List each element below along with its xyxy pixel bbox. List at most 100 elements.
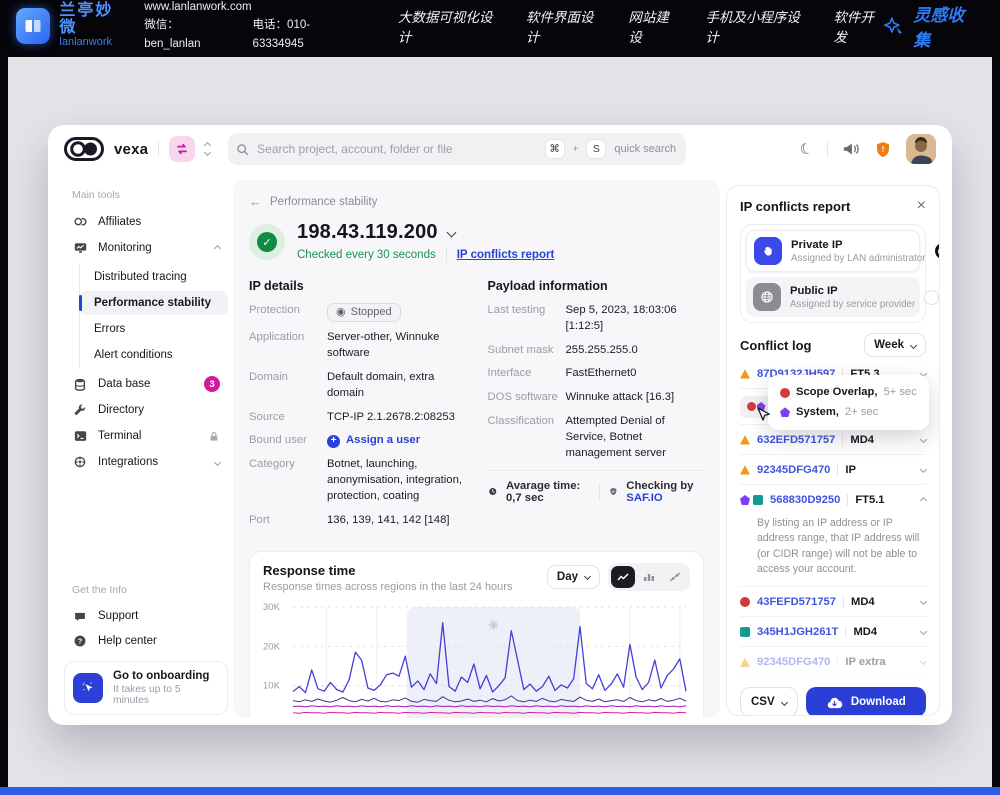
shield-check-icon xyxy=(609,485,618,498)
field-label: DOS software xyxy=(488,390,566,406)
conflict-id-link[interactable]: 43FEFD571757 xyxy=(757,596,836,608)
onboarding-cursor-icon xyxy=(73,673,103,703)
csv-format-dropdown[interactable]: CSV xyxy=(740,687,798,716)
sidebar-item-integrations[interactable]: Integrations xyxy=(64,450,228,474)
sidebar-subitem-alert-conditions[interactable]: Alert conditions xyxy=(80,343,228,367)
database-badge: 3 xyxy=(204,376,220,392)
chevron-up-icon[interactable] xyxy=(920,496,927,503)
field-label: Interface xyxy=(488,366,566,382)
line-chart-type-button[interactable] xyxy=(611,566,635,588)
range-dropdown[interactable]: Day xyxy=(547,565,600,589)
ip-conflicts-report-link[interactable]: IP conflicts report xyxy=(457,249,555,261)
brand-english: lanlanwork xyxy=(59,37,128,49)
field-value: Default domain, extra domain xyxy=(327,370,466,402)
bar-chart-type-button[interactable] xyxy=(637,566,661,588)
option-private-ip[interactable]: Private IP Assigned by LAN administrator xyxy=(746,230,920,272)
chevron-down-icon[interactable] xyxy=(920,466,927,473)
option-public-ip[interactable]: Public IP Assigned by service provider xyxy=(746,277,920,317)
sidebar-item-affiliates[interactable]: Affiliates xyxy=(64,210,228,234)
sidebar-subitem-errors[interactable]: Errors xyxy=(80,317,228,341)
back-button[interactable]: ← xyxy=(249,194,262,209)
dark-mode-toggle[interactable]: ☾ xyxy=(798,140,815,158)
warning-triangle-icon xyxy=(740,435,750,445)
close-icon[interactable]: × xyxy=(917,198,926,214)
user-avatar[interactable] xyxy=(906,134,936,164)
vexa-logo-icon xyxy=(64,137,104,161)
chevron-down-icon[interactable] xyxy=(920,436,927,443)
sidebar-item-support[interactable]: Support xyxy=(64,604,228,628)
assign-user-link[interactable]: +Assign a user xyxy=(327,433,420,449)
nav-software[interactable]: 软件开发 xyxy=(833,6,884,46)
conflict-id-link[interactable]: 345H1JGH261T xyxy=(757,626,838,638)
conflict-row[interactable]: 345H1JGH261T MD4 xyxy=(740,617,926,647)
conflict-row[interactable]: 92345DFG470 IP xyxy=(740,455,926,485)
quick-search-hint: quick search xyxy=(614,143,676,155)
workspace-sort-control[interactable] xyxy=(205,143,210,155)
chevron-down-icon[interactable] xyxy=(920,658,927,665)
sidebar-item-label: Terminal xyxy=(98,430,141,442)
warning-triangle-icon xyxy=(740,465,750,475)
divider xyxy=(158,141,159,157)
chevron-down-icon[interactable] xyxy=(920,628,927,635)
nav-website[interactable]: 网站建设 xyxy=(628,6,679,46)
option-desc: Assigned by service provider xyxy=(790,299,915,310)
inspiration-collect-button[interactable]: 灵感收集 xyxy=(884,1,978,51)
announcements-button[interactable] xyxy=(842,141,860,157)
sidebar-subitem-distributed-tracing[interactable]: Distributed tracing xyxy=(80,265,228,289)
divider xyxy=(446,247,447,263)
nav-mobile[interactable]: 手机及小程序设计 xyxy=(705,6,807,46)
warning-triangle-icon xyxy=(740,369,750,379)
phone: 电话：010-63334945 xyxy=(253,16,356,53)
field-label: Domain xyxy=(249,370,327,402)
response-time-chart[interactable]: 8 PM11 PM2 AM5 AM8 AM11 AM2 PM5 PM010K20… xyxy=(263,601,690,718)
sidebar-section-main-tools: Main tools xyxy=(72,189,234,201)
conflict-id-link[interactable]: 568830D9250 xyxy=(770,494,840,506)
command-key: ⌘ xyxy=(545,139,565,159)
field-label: Bound user xyxy=(249,433,327,449)
nav-bigdata[interactable]: 大数据可视化设计 xyxy=(398,6,500,46)
response-time-card: Response time Response times across regi… xyxy=(249,551,704,718)
download-button[interactable]: Download xyxy=(806,687,926,716)
chat-icon xyxy=(72,610,88,623)
chart-type-toggle xyxy=(608,563,690,591)
s-key: S xyxy=(586,139,606,159)
sidebar-item-directory[interactable]: Directory xyxy=(64,398,228,422)
conflict-row[interactable]: 43FEFD571757 MD4 xyxy=(740,587,926,617)
website: www.lanlanwork.com xyxy=(144,0,356,16)
field-label: Application xyxy=(249,330,327,362)
app-brand: vexa xyxy=(114,141,148,158)
saf-io-link[interactable]: SAF.IO xyxy=(626,492,662,504)
sidebar-item-label: Directory xyxy=(98,404,144,416)
field-value: TCP-IP 2.1.2678.2:08253 xyxy=(327,410,455,426)
onboarding-card[interactable]: Go to onboarding It takes up to 5 minute… xyxy=(64,661,228,715)
chevron-down-icon xyxy=(204,149,211,156)
conflict-id-link[interactable]: 632EFD571757 xyxy=(757,434,835,446)
field-label: Category xyxy=(249,457,327,504)
conflict-row-hovered[interactable]: Scope Overlap,5+ sec System,2+ sec xyxy=(740,389,926,425)
ip-dropdown-chevron[interactable] xyxy=(446,228,456,238)
sidebar-item-database[interactable]: Data base 3 xyxy=(64,372,228,396)
week-dropdown[interactable]: Week xyxy=(864,333,926,357)
radio-selected[interactable] xyxy=(935,243,941,259)
conflict-row-expanded[interactable]: 568830D9250 FT5.1 xyxy=(740,485,926,515)
search-input[interactable] xyxy=(257,142,536,156)
conflict-id-link[interactable]: 92345DFG470 xyxy=(757,656,830,668)
divider xyxy=(827,141,828,157)
scatter-chart-type-button[interactable] xyxy=(663,566,687,588)
sidebar-item-help-center[interactable]: ? Help center xyxy=(64,629,228,653)
chevron-down-icon[interactable] xyxy=(920,598,927,605)
sidebar-subitem-performance-stability[interactable]: Performance stability xyxy=(80,291,228,315)
global-search[interactable]: ⌘ + S quick search xyxy=(228,133,686,165)
sidebar-item-monitoring[interactable]: Monitoring xyxy=(64,236,228,260)
security-alert-button[interactable]: ! xyxy=(874,140,892,159)
nav-ui-design[interactable]: 软件界面设计 xyxy=(526,6,602,46)
radio-unselected[interactable] xyxy=(924,290,939,305)
field-value: Winnuke attack [16.3] xyxy=(566,390,675,406)
conflict-id-link[interactable]: 92345DFG470 xyxy=(757,464,830,476)
question-circle-icon: ? xyxy=(72,634,88,648)
conflict-row-faded[interactable]: 92345DFG470 IP extra xyxy=(740,647,926,677)
sidebar-item-terminal[interactable]: Terminal xyxy=(64,424,228,448)
workspace-switcher-button[interactable] xyxy=(169,136,195,162)
svg-text:!: ! xyxy=(882,145,885,154)
spark-cursor-icon xyxy=(884,15,905,37)
